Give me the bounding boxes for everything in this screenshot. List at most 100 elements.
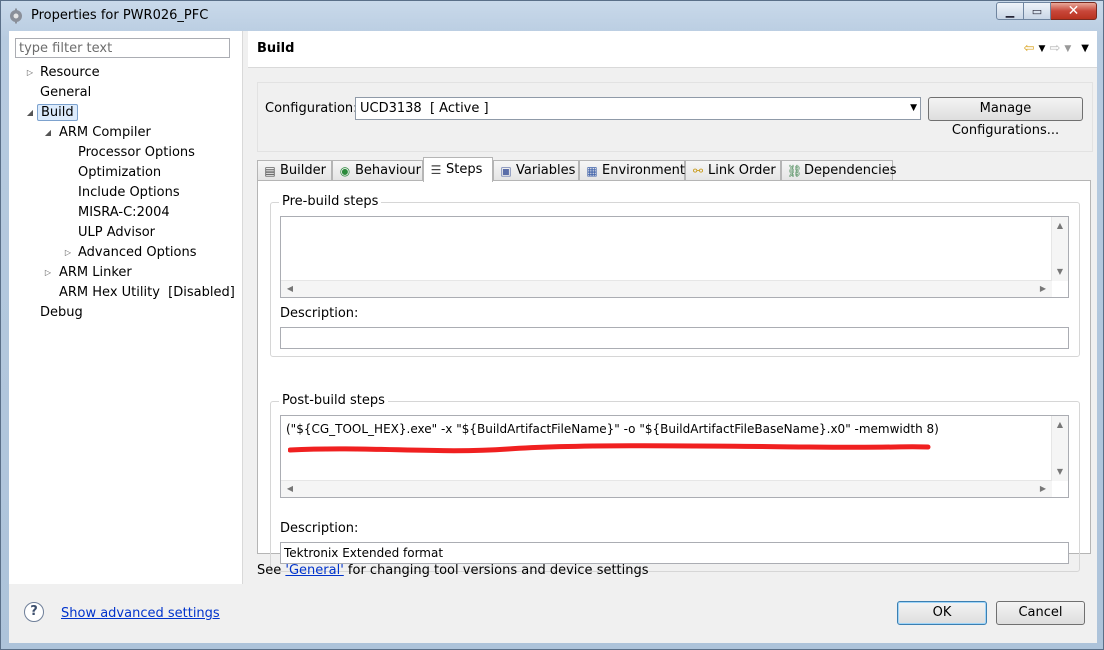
title-bar[interactable]: Properties for PWR026_PFC ▁ ▭ ✕	[1, 1, 1103, 31]
dependencies-icon: ⛓	[787, 164, 803, 178]
postbuild-group: Post-build steps ("${CG_TOOL_HEX}.exe" -…	[270, 393, 1080, 572]
tab-label: Builder	[280, 163, 326, 178]
app-icon	[10, 8, 22, 24]
tree-item-label: ARM Hex Utility [Disabled]	[59, 285, 235, 300]
tree-item-misra[interactable]: MISRA-C:2004	[75, 203, 173, 223]
scroll-down-icon[interactable]: ▼	[1052, 465, 1068, 479]
tree-item-label: Advanced Options	[78, 245, 197, 260]
cancel-button[interactable]: Cancel	[996, 601, 1085, 625]
postbuild-command-input[interactable]: ("${CG_TOOL_HEX}.exe" -x "${BuildArtifac…	[280, 415, 1069, 498]
view-menu-icon[interactable]: ▼	[1081, 43, 1089, 54]
tree-item-arm-compiler[interactable]: ◢ ARM Compiler	[45, 123, 154, 143]
scroll-up-icon[interactable]: ▲	[1052, 219, 1068, 233]
scroll-right-icon[interactable]: ▶	[1036, 481, 1050, 497]
help-icon[interactable]: ?	[24, 602, 44, 622]
back-menu-icon[interactable]: ▼	[1039, 44, 1046, 54]
tree-item-optimization[interactable]: Optimization	[75, 163, 164, 183]
tree-item-build[interactable]: ◢ Build	[27, 103, 78, 123]
red-underline-annotation	[288, 443, 931, 454]
tab-variables[interactable]: ▣ Variables	[493, 160, 579, 181]
tree-item-label: MISRA-C:2004	[78, 205, 170, 220]
tree-item-label: General	[40, 85, 92, 100]
expand-arrow-icon[interactable]: ▷	[63, 243, 73, 263]
configuration-value: UCD3138 [ Active ]	[360, 101, 489, 116]
properties-window: Properties for PWR026_PFC ▁ ▭ ✕ ▷ Resour…	[0, 0, 1104, 650]
scroll-left-icon[interactable]: ◀	[283, 281, 297, 297]
postbuild-command-text: ("${CG_TOOL_HEX}.exe" -x "${BuildArtifac…	[286, 422, 939, 436]
tree-item-label: ULP Advisor	[78, 225, 156, 240]
back-arrow-icon[interactable]: ⇦	[1024, 41, 1035, 56]
filter-input[interactable]	[15, 38, 230, 58]
tree-item-label: ARM Linker	[59, 265, 132, 280]
horizontal-scrollbar[interactable]: ◀ ▶	[281, 480, 1052, 497]
tab-label: Environment	[602, 163, 686, 178]
show-advanced-settings-link[interactable]: Show advanced settings	[61, 606, 220, 621]
scroll-right-icon[interactable]: ▶	[1036, 281, 1050, 297]
configuration-label: Configuration:	[265, 101, 358, 116]
tab-dependencies[interactable]: ⛓ Dependencies	[781, 160, 897, 181]
vertical-scrollbar[interactable]: ▲ ▼	[1051, 416, 1068, 481]
postbuild-title: Post-build steps	[279, 393, 388, 408]
forward-arrow-icon[interactable]: ⇨	[1049, 41, 1060, 56]
postbuild-description-input[interactable]: Tektronix Extended format	[280, 542, 1069, 564]
tab-steps[interactable]: ☰ Steps	[423, 157, 493, 182]
tree-item-general[interactable]: General	[37, 83, 94, 103]
close-button[interactable]: ✕	[1051, 2, 1097, 20]
tree-item-arm-hex-utility[interactable]: ARM Hex Utility [Disabled]	[56, 283, 238, 303]
scroll-up-icon[interactable]: ▲	[1052, 418, 1068, 432]
general-link[interactable]: 'General'	[285, 563, 343, 578]
prebuild-description-input[interactable]	[280, 327, 1069, 349]
configuration-select[interactable]: UCD3138 [ Active ] ▼	[355, 97, 921, 120]
tree-item-arm-linker[interactable]: ▷ ARM Linker	[45, 263, 135, 283]
prebuild-command-input[interactable]: ▲ ▼ ◀ ▶	[280, 216, 1069, 298]
navigation-pane: ▷ Resource General ◢ Build ◢ ARM Compile…	[9, 31, 243, 584]
builder-icon: ▤	[264, 164, 276, 178]
footer-text: See	[257, 563, 286, 578]
collapse-arrow-icon[interactable]: ◢	[43, 123, 53, 143]
tree-item-debug[interactable]: Debug	[37, 303, 86, 323]
tree-item-resource[interactable]: ▷ Resource	[27, 63, 103, 83]
ok-button[interactable]: OK	[897, 601, 987, 625]
tree-item-label: ARM Compiler	[59, 125, 151, 140]
tree-item-label: Debug	[40, 305, 83, 320]
configuration-area: Configuration: UCD3138 [ Active ] ▼ Mana…	[257, 82, 1093, 152]
pane-sash[interactable]	[243, 31, 247, 584]
tree-item-ulp-advisor[interactable]: ULP Advisor	[75, 223, 158, 243]
tree-item-processor-options[interactable]: Processor Options	[75, 143, 198, 163]
postbuild-description-label: Description:	[280, 521, 359, 536]
minimize-button[interactable]: ▁	[996, 2, 1024, 20]
tree-item-include-options[interactable]: Include Options	[75, 183, 183, 203]
scroll-down-icon[interactable]: ▼	[1052, 265, 1068, 279]
maximize-icon: ▭	[1031, 4, 1043, 18]
tab-builder[interactable]: ▤ Builder	[257, 160, 332, 181]
prebuild-group: Pre-build steps ▲ ▼ ◀ ▶ Description:	[270, 194, 1080, 357]
tree-item-advanced-options[interactable]: ▷ Advanced Options	[65, 243, 200, 263]
steps-panel: Pre-build steps ▲ ▼ ◀ ▶ Description: Pos…	[257, 180, 1091, 572]
minimize-icon: ▁	[1005, 4, 1015, 18]
tab-environment[interactable]: ▦ Environment	[579, 160, 685, 181]
tree-item-label: Resource	[40, 65, 100, 80]
scroll-left-icon[interactable]: ◀	[283, 481, 297, 497]
tab-behaviour[interactable]: ◉ Behaviour	[332, 160, 423, 181]
footer-note: See 'General' for changing tool versions…	[257, 563, 649, 578]
manage-configurations-button[interactable]: Manage Configurations...	[928, 97, 1083, 138]
collapse-arrow-icon[interactable]: ◢	[25, 103, 35, 123]
prebuild-title: Pre-build steps	[279, 194, 382, 209]
expand-arrow-icon[interactable]: ▷	[43, 263, 53, 283]
tab-link-order[interactable]: ⚯ Link Order	[685, 160, 781, 181]
vertical-scrollbar[interactable]: ▲ ▼	[1051, 217, 1068, 281]
page-title: Build	[257, 41, 295, 56]
dropdown-arrow-icon: ▼	[910, 103, 917, 113]
horizontal-scrollbar[interactable]: ◀ ▶	[281, 280, 1052, 297]
variables-icon: ▣	[500, 164, 512, 178]
expand-arrow-icon[interactable]: ▷	[25, 63, 35, 83]
maximize-button[interactable]: ▭	[1024, 2, 1051, 20]
tree-item-label: Processor Options	[78, 145, 195, 160]
behaviour-icon: ◉	[339, 164, 351, 178]
forward-menu-icon[interactable]: ▼	[1064, 44, 1071, 54]
tree-item-label: Optimization	[78, 165, 162, 180]
tab-label: Steps	[446, 162, 483, 177]
page-header: Build ⇦ ▼ ⇨ ▼ ▼	[248, 31, 1097, 68]
tab-label: Behaviour	[355, 163, 421, 178]
page-navigation: ⇦ ▼ ⇨ ▼ ▼	[1024, 41, 1089, 56]
